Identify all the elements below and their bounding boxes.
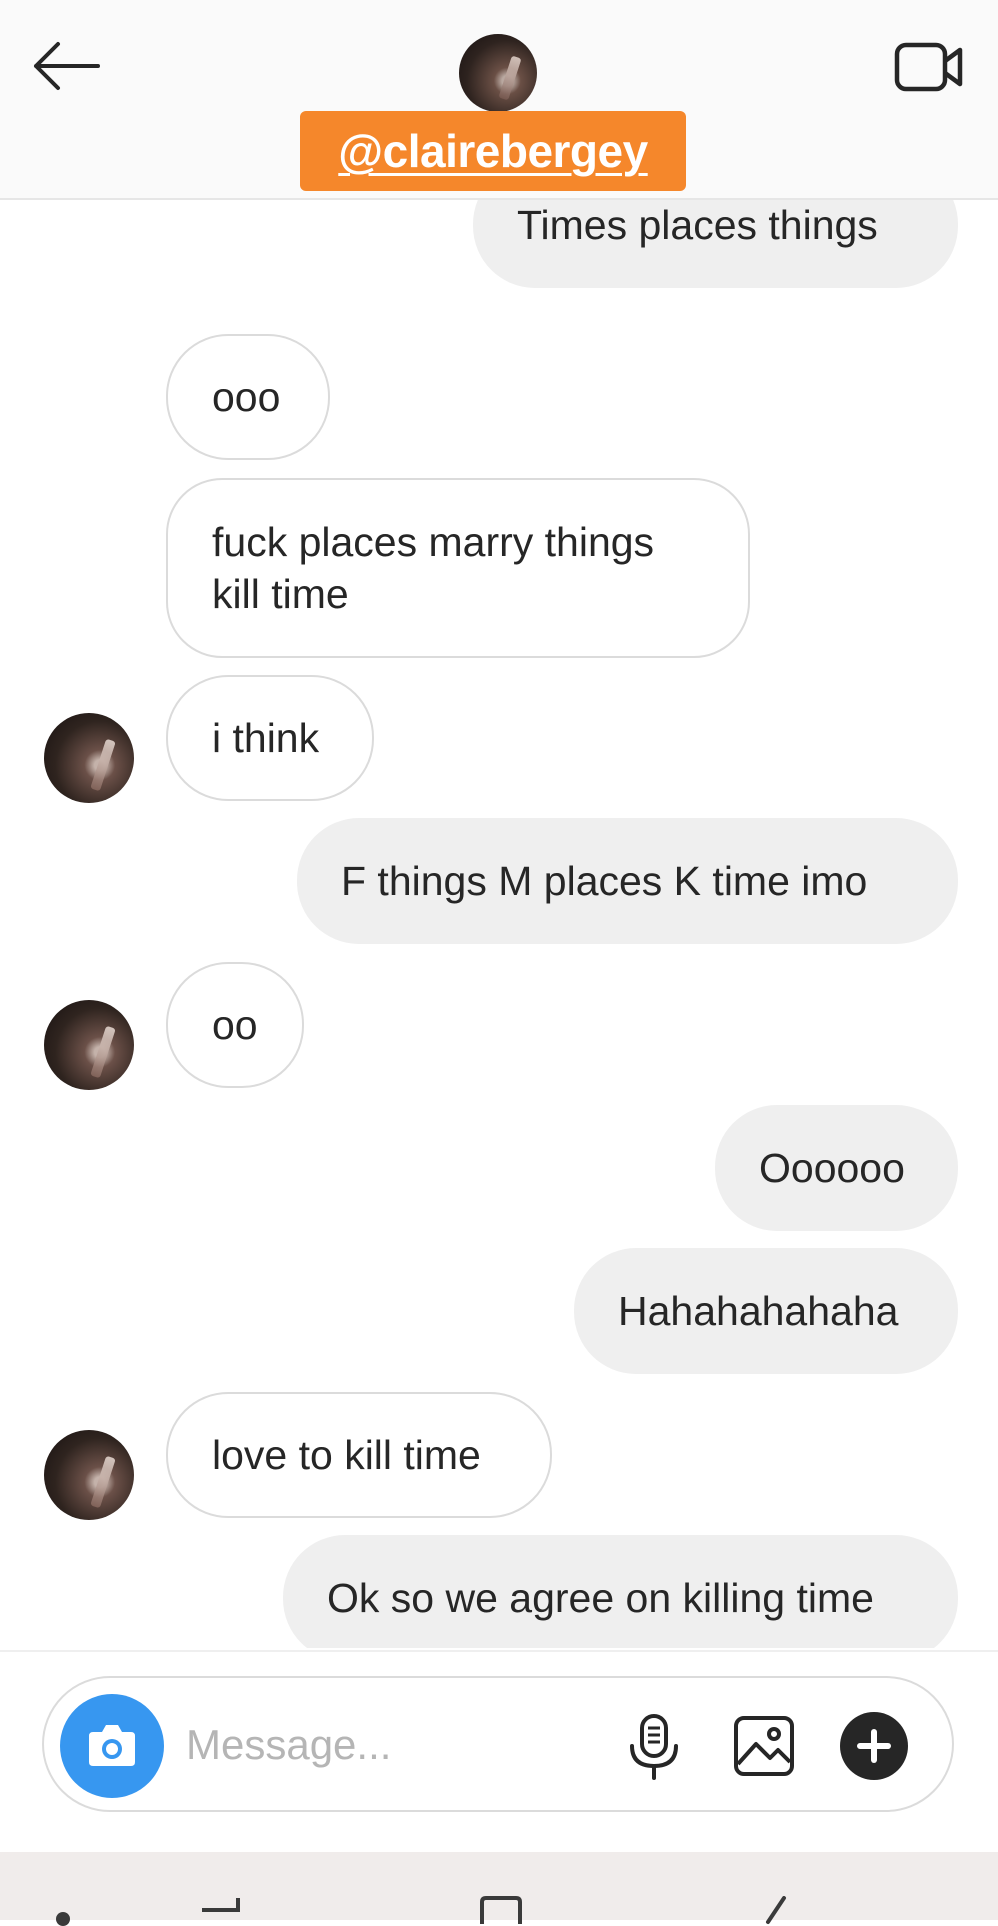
add-more-button[interactable] [840, 1712, 908, 1780]
video-call-icon[interactable] [894, 36, 964, 98]
gallery-icon[interactable] [732, 1714, 796, 1778]
message-bubble-incoming[interactable]: love to kill time [166, 1392, 552, 1518]
message-text: Hahahahahaha [618, 1288, 899, 1334]
message-bubble-incoming[interactable]: i think [166, 675, 374, 801]
message-text: Ok so we agree on killing time [327, 1575, 874, 1621]
sender-avatar[interactable] [44, 1430, 134, 1520]
message-bubble-outgoing[interactable]: Times places things [473, 200, 958, 288]
sender-avatar[interactable] [44, 1000, 134, 1090]
message-text: i think [212, 715, 320, 761]
home-icon[interactable] [478, 1896, 524, 1926]
message-bubble-outgoing[interactable]: Ok so we agree on killing time [283, 1535, 958, 1648]
message-bubble-outgoing[interactable]: Hahahahahaha [574, 1248, 958, 1374]
camera-icon [89, 1725, 135, 1766]
sender-avatar[interactable] [44, 713, 134, 803]
message-text: F things M places K time imo [341, 858, 868, 904]
message-text: ooo [212, 374, 281, 420]
system-nav-bar [0, 1852, 998, 1926]
message-text: fuck places marry things kill time [212, 519, 655, 617]
message-text: oo [212, 1002, 258, 1048]
message-bubble-outgoing[interactable]: Oooooo [715, 1105, 958, 1231]
message-bubble-incoming[interactable]: fuck places marry things kill time [166, 478, 750, 658]
message-text: Oooooo [759, 1145, 905, 1191]
back-nav-icon[interactable] [756, 1896, 802, 1926]
composer-bar [0, 1650, 998, 1854]
username-tag[interactable]: @clairebergey [300, 111, 686, 191]
message-bubble-incoming[interactable]: ooo [166, 334, 330, 460]
message-composer [42, 1676, 954, 1812]
message-text: love to kill time [212, 1432, 481, 1478]
camera-button[interactable] [60, 1694, 164, 1798]
message-thread[interactable]: Times places things ooo fuck places marr… [0, 200, 998, 1648]
message-text: Times places things [517, 202, 878, 248]
plus-icon [857, 1729, 891, 1763]
back-arrow-icon[interactable] [28, 36, 104, 96]
header-avatar[interactable] [459, 34, 537, 112]
recent-apps-icon[interactable] [198, 1896, 244, 1926]
message-bubble-incoming[interactable]: oo [166, 962, 304, 1088]
conversation-header: @clairebergey [0, 0, 998, 200]
nav-dot-icon[interactable] [56, 1912, 70, 1926]
message-input[interactable] [184, 1708, 628, 1782]
microphone-icon[interactable] [622, 1712, 686, 1782]
message-bubble-outgoing[interactable]: F things M places K time imo [297, 818, 958, 944]
